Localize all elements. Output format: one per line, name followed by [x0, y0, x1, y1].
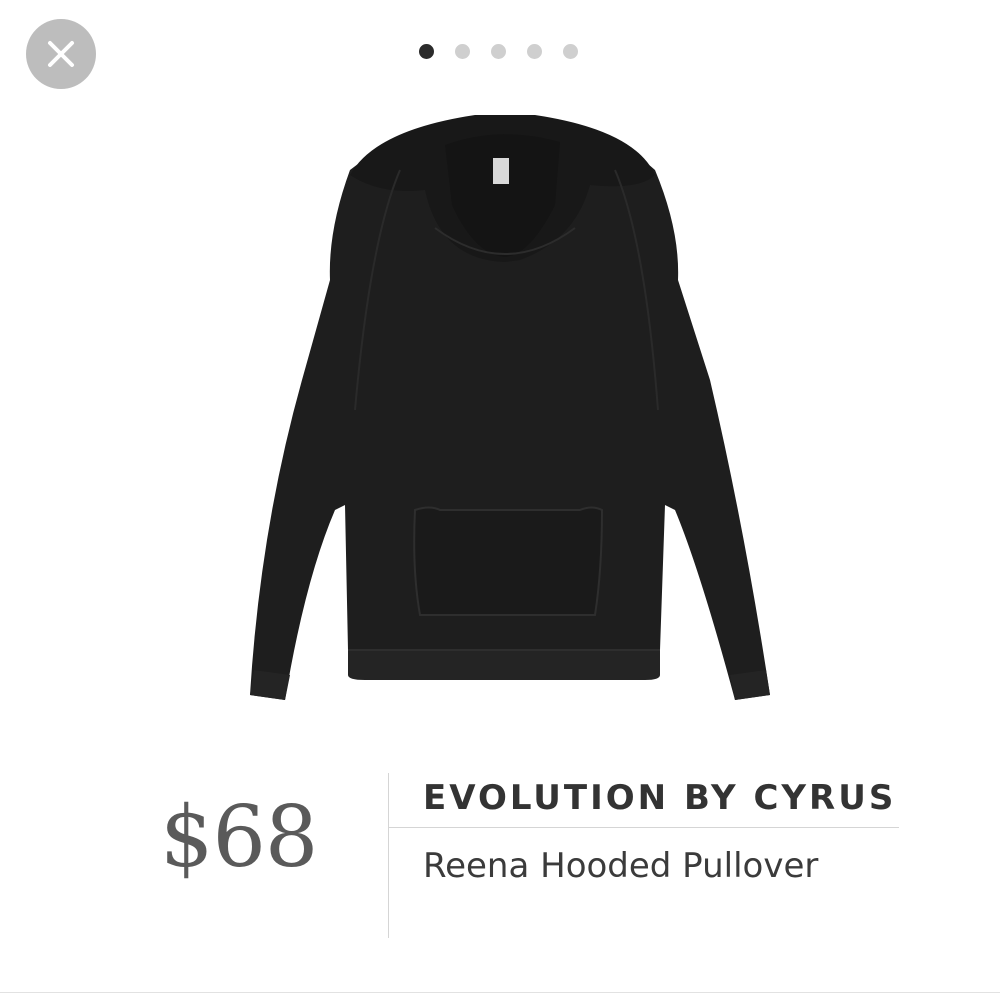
bottom-divider [0, 992, 1000, 993]
product-price: $68 [160, 788, 318, 886]
carousel-dot-3[interactable] [491, 44, 506, 59]
close-button[interactable] [26, 19, 96, 89]
product-name: Reena Hooded Pullover [423, 846, 819, 886]
carousel-dot-1[interactable] [419, 44, 434, 59]
hooded-pullover-image [250, 115, 770, 700]
carousel-dot-5[interactable] [563, 44, 578, 59]
carousel-page-indicator [419, 44, 578, 59]
vertical-divider [388, 773, 389, 938]
close-icon [48, 41, 74, 67]
horizontal-divider [389, 827, 899, 828]
carousel-dot-4[interactable] [527, 44, 542, 59]
product-brand: EVOLUTION BY CYRUS [423, 778, 897, 818]
carousel-dot-2[interactable] [455, 44, 470, 59]
